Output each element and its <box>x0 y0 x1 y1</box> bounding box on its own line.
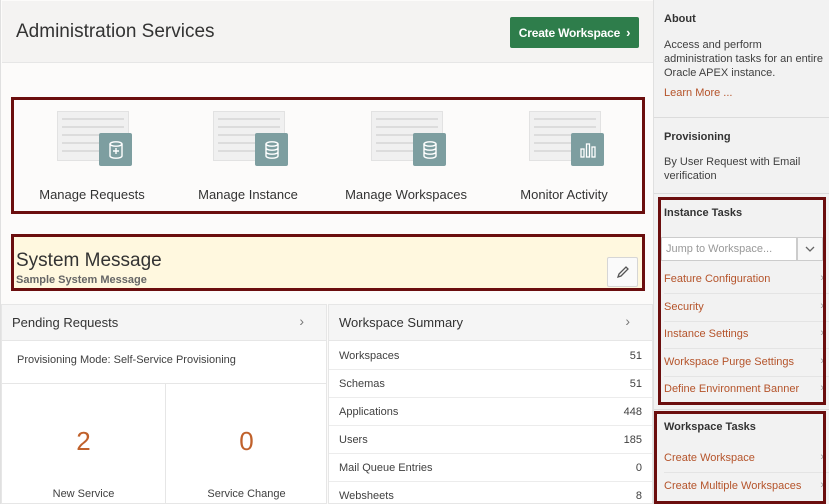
stat-value: 0 <box>239 426 254 456</box>
chevron-right-icon: › <box>820 300 824 312</box>
chevron-down-icon <box>805 246 815 252</box>
divider <box>654 117 829 118</box>
task-create-workspace[interactable]: Create Workspace › <box>654 445 829 473</box>
page-title: Administration Services <box>16 21 215 42</box>
chevron-right-icon[interactable]: › <box>625 313 630 329</box>
summary-label: Websheets <box>339 490 394 502</box>
pending-requests-header: Pending Requests › <box>2 305 326 341</box>
system-message-subtitle: Sample System Message <box>16 274 147 286</box>
provisioning-title: Provisioning <box>664 131 731 143</box>
task-label: Create Multiple Workspaces <box>664 480 802 492</box>
workspace-summary-title: Workspace Summary <box>339 315 464 330</box>
workspace-summary-header: Workspace Summary › <box>329 305 652 341</box>
summary-row-websheets[interactable]: Websheets 8 <box>329 482 652 504</box>
provisioning-text: By User Request with Email verification <box>664 156 801 182</box>
task-instance-settings[interactable]: Instance Settings › <box>654 321 829 349</box>
card-manage-workspaces[interactable]: Manage Workspaces <box>327 97 485 214</box>
edit-message-button[interactable] <box>607 257 638 287</box>
jump-to-workspace-input[interactable] <box>661 237 797 261</box>
task-workspace-purge-settings[interactable]: Workspace Purge Settings › <box>654 349 829 377</box>
pencil-icon <box>616 266 629 279</box>
task-label: Workspace Purge Settings <box>664 356 795 368</box>
task-create-multiple-workspaces[interactable]: Create Multiple Workspaces › <box>654 473 829 501</box>
admin-cards: Manage Requests Manage Instance Manage W… <box>11 97 645 214</box>
task-label: Define Environment Banner <box>664 383 800 395</box>
task-security[interactable]: Security › <box>654 294 829 322</box>
summary-row-applications[interactable]: Applications 448 <box>329 398 652 426</box>
summary-value: 51 <box>629 378 642 390</box>
divider <box>654 409 829 410</box>
summary-row-users[interactable]: Users 185 <box>329 426 652 454</box>
workspace-summary-region: Workspace Summary › Workspaces 51 Schema… <box>328 304 653 504</box>
card-label: Manage Instance <box>198 187 298 202</box>
create-workspace-button[interactable]: Create Workspace › <box>510 17 639 48</box>
provisioning-mode-text: Provisioning Mode: Self-Service Provisio… <box>17 354 236 366</box>
summary-row-schemas[interactable]: Schemas 51 <box>329 370 652 398</box>
summary-label: Workspaces <box>339 350 400 362</box>
summary-value: 8 <box>635 490 642 502</box>
workspace-tasks-title: Workspace Tasks <box>664 421 756 433</box>
learn-more-link[interactable]: Learn More ... <box>664 87 732 99</box>
summary-label: Users <box>339 434 368 446</box>
task-label: Create Workspace <box>664 452 755 464</box>
task-feature-configuration[interactable]: Feature Configuration › <box>654 266 829 294</box>
card-monitor-activity[interactable]: Monitor Activity <box>485 97 643 214</box>
pending-requests-title: Pending Requests <box>12 315 119 330</box>
card-label: Manage Workspaces <box>345 187 467 202</box>
chevron-right-icon: › <box>820 327 824 339</box>
summary-value: 185 <box>623 434 642 446</box>
instance-tasks-title: Instance Tasks <box>664 207 743 219</box>
card-label: Monitor Activity <box>520 187 608 202</box>
summary-label: Mail Queue Entries <box>339 462 433 474</box>
card-manage-instance[interactable]: Manage Instance <box>169 97 327 214</box>
add-database-icon <box>99 133 132 166</box>
chevron-right-icon: › <box>820 479 824 491</box>
card-manage-requests[interactable]: Manage Requests <box>13 97 171 214</box>
summary-row-workspaces[interactable]: Workspaces 51 <box>329 342 652 370</box>
summary-value: 448 <box>623 406 642 418</box>
system-message-title: System Message <box>16 250 162 271</box>
about-title: About <box>664 13 696 25</box>
summary-row-mail-queue[interactable]: Mail Queue Entries 0 <box>329 454 652 482</box>
chevron-right-icon: › <box>820 451 824 463</box>
page-header: Administration Services Create Workspace… <box>2 1 653 63</box>
stat-label: Service Change <box>207 488 286 500</box>
summary-label: Schemas <box>339 378 385 390</box>
summary-value: 0 <box>635 462 642 474</box>
summary-value: 51 <box>629 350 642 362</box>
chevron-right-icon: › <box>820 272 824 284</box>
right-sidebar: About Access and perform administration … <box>653 0 829 504</box>
chevron-right-icon: › <box>820 355 824 367</box>
summary-label: Applications <box>339 406 399 418</box>
database-icon <box>255 133 288 166</box>
stat-new-service[interactable]: 2 New Service <box>2 384 165 504</box>
pending-requests-region: Pending Requests › Provisioning Mode: Se… <box>1 304 327 504</box>
stat-service-change[interactable]: 0 Service Change <box>165 384 328 504</box>
task-define-environment-banner[interactable]: Define Environment Banner › <box>654 376 829 404</box>
card-label: Manage Requests <box>39 187 145 202</box>
jump-dropdown-button[interactable] <box>797 237 823 261</box>
chevron-right-icon: › <box>820 382 824 394</box>
chevron-right-icon[interactable]: › <box>299 313 304 329</box>
task-label: Security <box>664 301 704 313</box>
task-label: Feature Configuration <box>664 273 771 285</box>
task-label: Instance Settings <box>664 328 749 340</box>
chevron-right-icon: › <box>626 25 631 40</box>
stat-label: New Service <box>52 488 115 500</box>
about-text: Access and perform administration tasks … <box>664 39 823 79</box>
bar-chart-icon <box>571 133 604 166</box>
divider <box>654 193 829 194</box>
main-content: Administration Services Create Workspace… <box>0 0 653 504</box>
create-workspace-label: Create Workspace <box>518 25 621 40</box>
stat-value: 2 <box>76 426 91 456</box>
database-icon <box>413 133 446 166</box>
system-message-region: System Message Sample System Message <box>11 234 645 291</box>
